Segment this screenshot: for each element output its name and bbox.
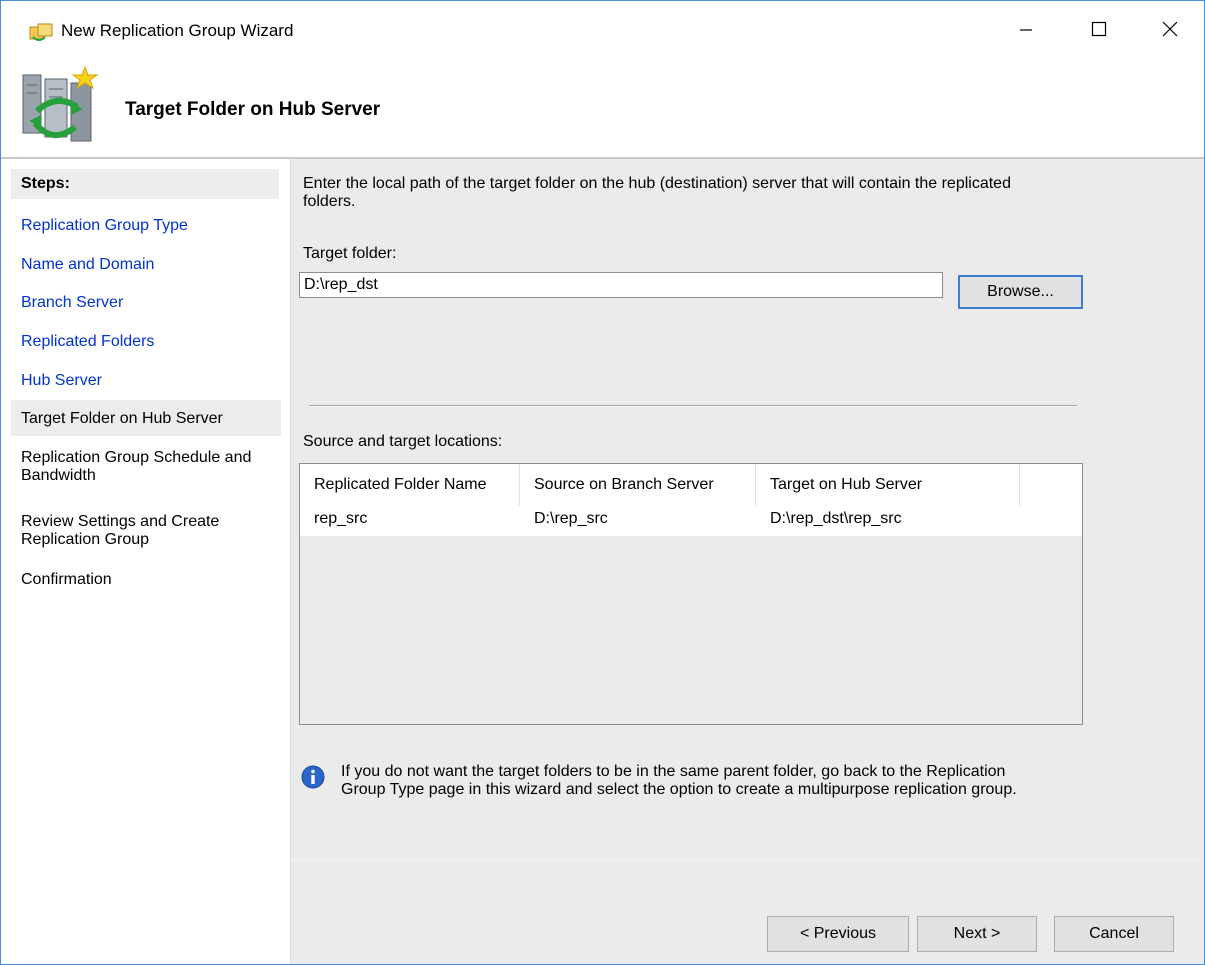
step-schedule-and-bandwidth: Replication Group Schedule and Bandwidth	[21, 449, 252, 484]
step-target-folder-current: Target Folder on Hub Server	[11, 400, 281, 436]
step-review-settings: Review Settings and Create Replication G…	[21, 513, 220, 548]
maximize-icon	[1091, 21, 1107, 37]
title-bar: New Replication Group Wizard	[1, 1, 1204, 57]
window-title: New Replication Group Wizard	[61, 21, 294, 40]
page-title: Target Folder on Hub Server	[125, 99, 381, 120]
table-header: Replicated Folder Name Source on Branch …	[300, 464, 1082, 506]
replication-app-icon	[29, 23, 53, 43]
previous-button[interactable]: < Previous	[767, 916, 909, 952]
column-header-filler	[1020, 464, 1082, 506]
next-button[interactable]: Next >	[917, 916, 1037, 952]
cell-source: D:\rep_src	[534, 510, 608, 527]
minimize-button[interactable]	[1003, 9, 1049, 49]
column-header-source[interactable]: Source on Branch Server	[520, 464, 756, 506]
close-button[interactable]	[1147, 9, 1193, 49]
wizard-window: New Replication Group Wizard Target Fold…	[0, 0, 1205, 965]
step-hub-server[interactable]: Hub Server	[21, 372, 283, 390]
cell-folder-name: rep_src	[314, 510, 368, 527]
minimize-icon	[1020, 29, 1032, 31]
step-replication-group-type[interactable]: Replication Group Type	[21, 217, 283, 235]
target-folder-label: Target folder:	[303, 245, 397, 262]
info-icon	[301, 765, 325, 789]
step-confirmation: Confirmation	[21, 571, 112, 588]
steps-sidebar: Steps: Replication Group Type Name and D…	[1, 159, 291, 964]
maximize-button[interactable]	[1076, 9, 1122, 49]
cell-target: D:\rep_dst\rep_src	[770, 510, 902, 527]
wizard-header: Target Folder on Hub Server	[1, 57, 1204, 157]
info-message: If you do not want the target folders to…	[341, 763, 1017, 798]
browse-button[interactable]: Browse...	[958, 275, 1083, 309]
section-divider	[309, 405, 1077, 406]
replication-server-icon	[19, 65, 99, 149]
footer-divider	[291, 859, 1204, 860]
close-icon	[1162, 21, 1178, 37]
locations-table[interactable]: Replicated Folder Name Source on Branch …	[299, 463, 1083, 725]
column-header-folder-name[interactable]: Replicated Folder Name	[300, 464, 520, 506]
step-replicated-folders[interactable]: Replicated Folders	[21, 333, 283, 351]
steps-heading: Steps:	[11, 169, 279, 199]
step-branch-server[interactable]: Branch Server	[21, 294, 283, 312]
column-header-target[interactable]: Target on Hub Server	[756, 464, 1020, 506]
table-row[interactable]: rep_src D:\rep_src D:\rep_dst\rep_src	[300, 506, 1082, 536]
target-folder-input[interactable]	[299, 272, 943, 298]
content-panel: Enter the local path of the target folde…	[291, 159, 1204, 964]
cancel-button[interactable]: Cancel	[1054, 916, 1174, 952]
instruction-text: Enter the local path of the target folde…	[303, 175, 1011, 210]
step-name-and-domain[interactable]: Name and Domain	[21, 256, 283, 274]
locations-label: Source and target locations:	[303, 433, 503, 450]
